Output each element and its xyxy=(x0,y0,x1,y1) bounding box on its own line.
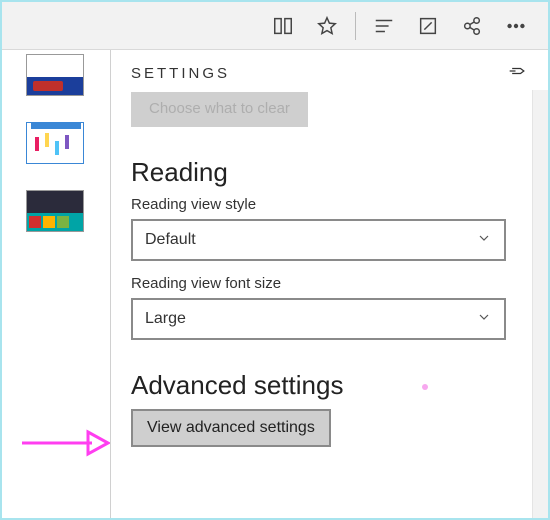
panel-title: SETTINGS xyxy=(131,65,230,82)
thumbnail[interactable] xyxy=(26,54,84,96)
reading-style-select[interactable]: Default xyxy=(131,219,506,261)
reading-font-label: Reading view font size xyxy=(131,275,528,292)
reading-style-label: Reading view style xyxy=(131,196,528,213)
reading-font-select[interactable]: Large xyxy=(131,298,506,340)
main-area: SETTINGS Choose what to clear Reading Re… xyxy=(2,50,548,518)
reading-heading: Reading xyxy=(131,157,528,188)
browser-toolbar xyxy=(2,2,548,50)
settings-panel: SETTINGS Choose what to clear Reading Re… xyxy=(110,50,548,518)
advanced-heading: Advanced settings xyxy=(131,370,528,401)
favorites-star-icon[interactable] xyxy=(305,4,349,48)
thumbnail[interactable] xyxy=(26,122,84,164)
more-icon[interactable] xyxy=(494,4,538,48)
view-advanced-settings-button[interactable]: View advanced settings xyxy=(131,409,331,447)
scrollbar-track[interactable] xyxy=(532,90,548,518)
thumbnail[interactable] xyxy=(26,190,84,232)
web-note-icon[interactable] xyxy=(406,4,450,48)
reading-style-value: Default xyxy=(145,231,196,249)
hub-icon[interactable] xyxy=(362,4,406,48)
toolbar-separator xyxy=(355,12,356,40)
choose-clear-button[interactable]: Choose what to clear xyxy=(131,92,308,127)
annotation-dot xyxy=(422,384,428,390)
page-thumbnails xyxy=(2,50,110,518)
chevron-down-icon xyxy=(476,309,492,330)
share-icon[interactable] xyxy=(450,4,494,48)
reading-font-value: Large xyxy=(145,310,186,328)
reading-list-icon[interactable] xyxy=(261,4,305,48)
pin-icon[interactable] xyxy=(508,61,528,86)
chevron-down-icon xyxy=(476,230,492,251)
